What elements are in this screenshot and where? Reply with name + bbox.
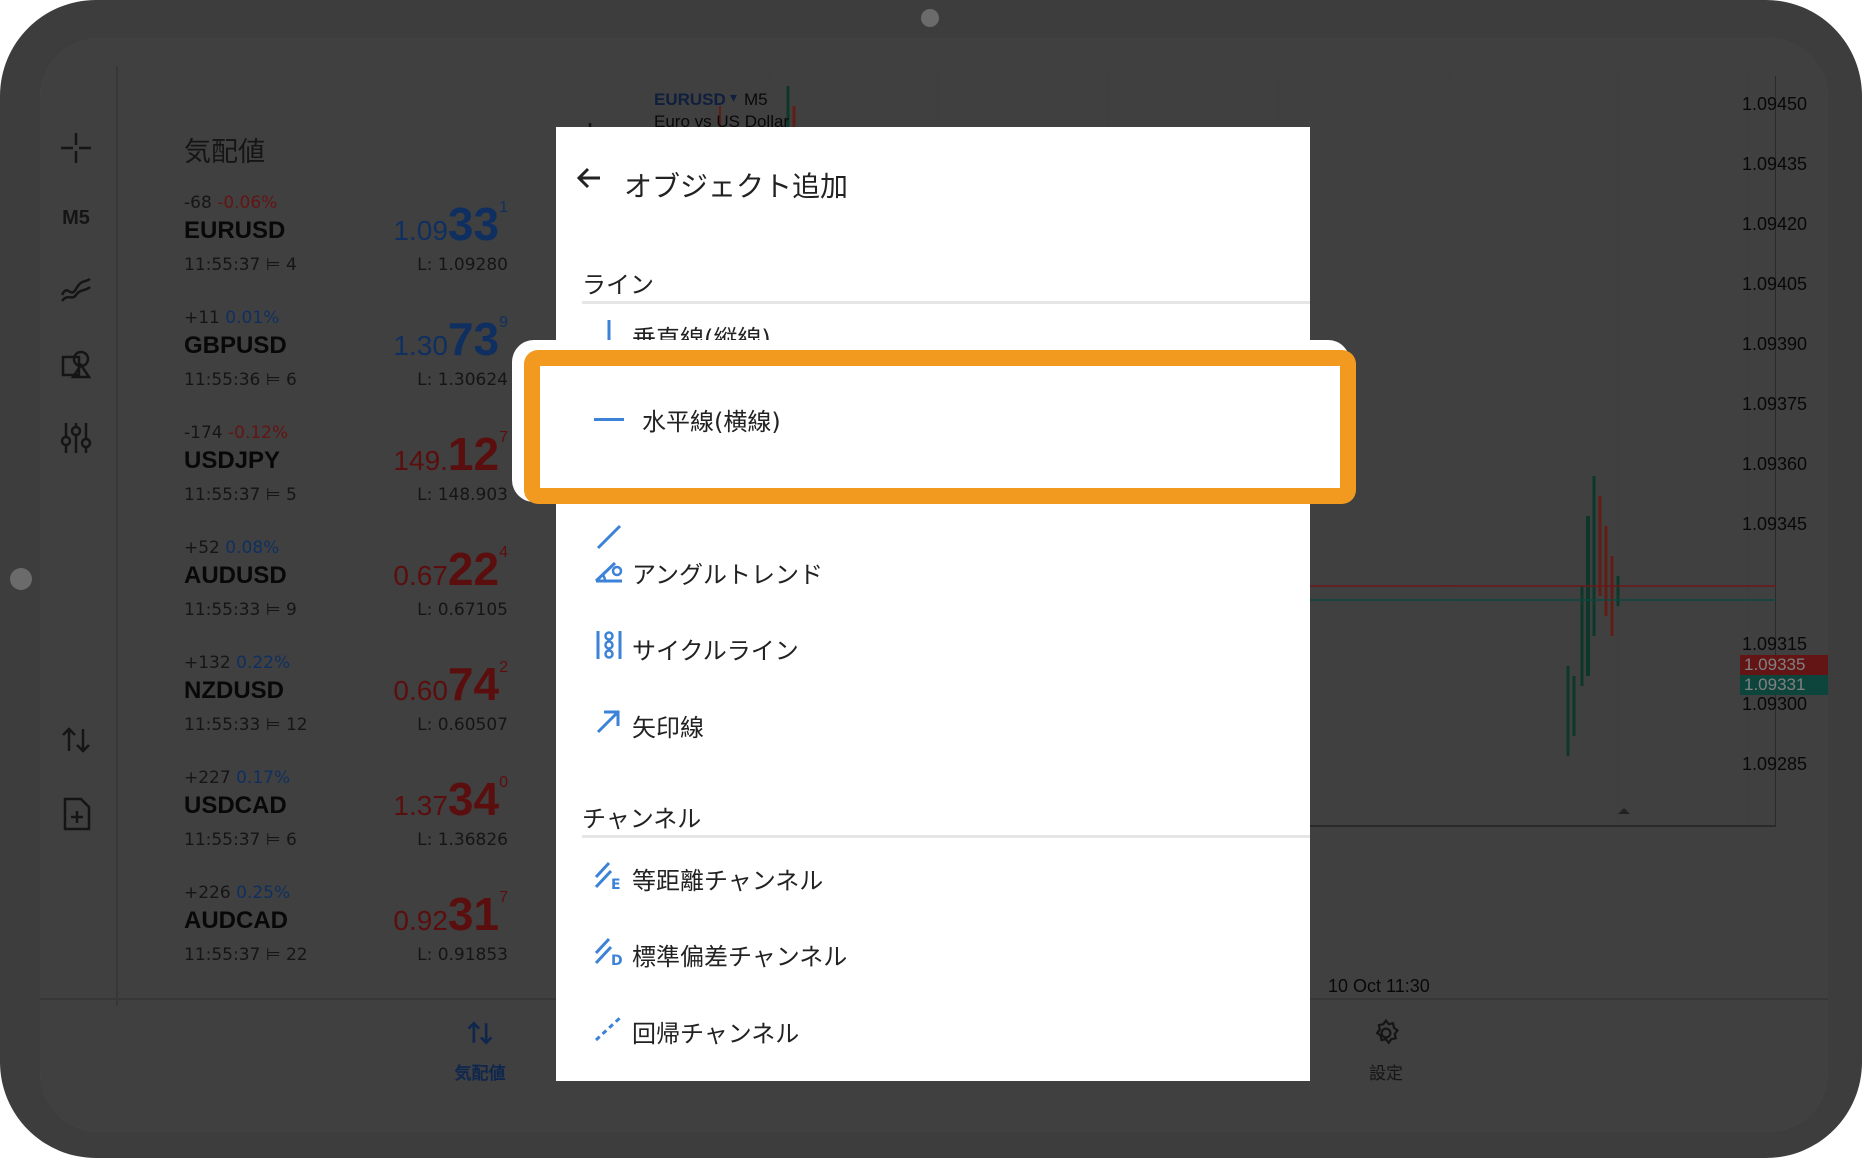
item-label: 矢印線: [632, 714, 704, 742]
svg-text:D: D: [611, 953, 623, 967]
side-sensor-dot: [10, 568, 32, 590]
camera-dot: [921, 9, 939, 27]
item-stddev-channel[interactable]: D 標準偏差チャンネル: [582, 925, 1310, 985]
equidistant-channel-icon: E: [592, 859, 626, 893]
section-divider: [582, 301, 1310, 304]
item-label: 等距離チャンネル: [632, 867, 824, 895]
section-lines: ライン: [582, 271, 654, 299]
horizontal-line-icon: [594, 418, 624, 421]
add-object-modal: オブジェクト追加 ライン 垂直線(縦線) アングルトレンド サイクルライン 矢印…: [556, 127, 1310, 1081]
section-channels: チャンネル: [582, 805, 702, 833]
item-arrow-line[interactable]: 矢印線: [582, 696, 1310, 756]
section-divider: [582, 835, 1310, 838]
cycle-line-icon: [592, 629, 626, 663]
angle-trend-icon: [592, 553, 626, 587]
item-angle-trend[interactable]: アングルトレンド: [582, 543, 1310, 603]
item-equidistant-channel[interactable]: E 等距離チャンネル: [582, 849, 1310, 909]
item-label: サイクルライン: [632, 637, 799, 665]
item-regression-channel[interactable]: 回帰チャンネル: [582, 1002, 1310, 1062]
item-cycle-line[interactable]: サイクルライン: [582, 619, 1310, 679]
stddev-channel-icon: D: [592, 935, 626, 969]
horizontal-line-label: 水平線(横線): [642, 408, 781, 436]
modal-title: オブジェクト追加: [624, 170, 849, 203]
item-label: 標準偏差チャンネル: [632, 943, 848, 971]
regression-channel-icon: [592, 1012, 626, 1046]
arrow-line-icon: [592, 706, 626, 740]
back-arrow-icon[interactable]: [574, 163, 604, 201]
svg-text:E: E: [611, 877, 621, 891]
item-label: アングルトレンド: [632, 561, 824, 589]
tablet-frame: M5 気配値: [0, 0, 1862, 1158]
item-label: 回帰チャンネル: [632, 1020, 800, 1048]
